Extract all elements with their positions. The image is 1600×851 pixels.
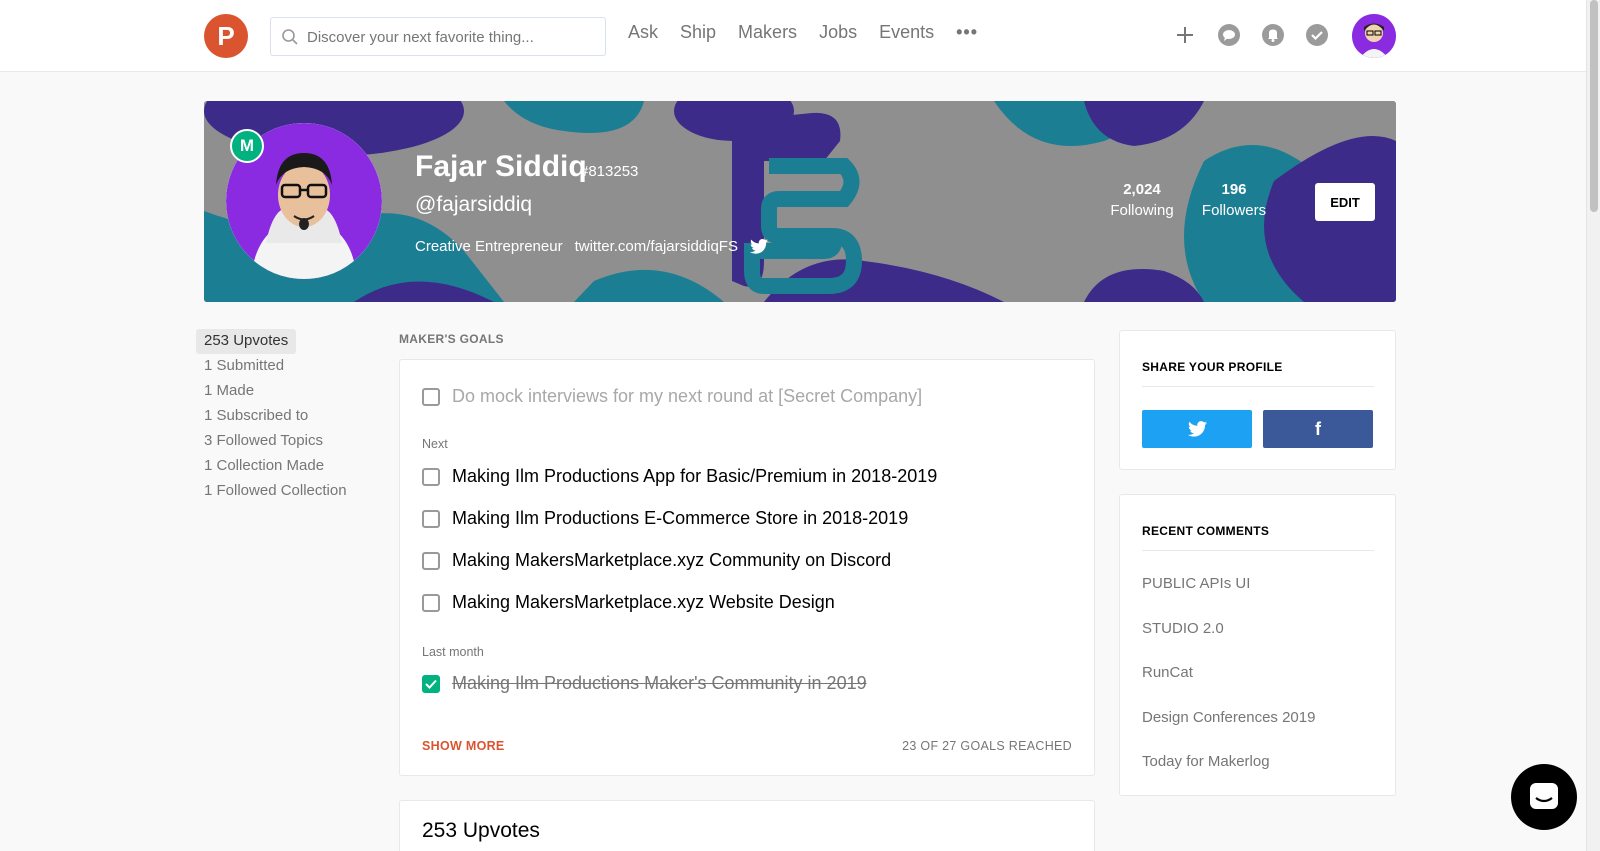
profile-name: Fajar Siddiq — [415, 150, 587, 183]
completed-goal: Making Ilm Productions Maker's Community… — [422, 673, 867, 694]
goal-item: Making MakersMarketplace.xyz Website Des… — [422, 592, 835, 613]
user-avatar-menu[interactable] — [1352, 14, 1396, 58]
goal-checkbox[interactable] — [422, 387, 440, 406]
upvotes-section: 253 Upvotes — [399, 800, 1095, 851]
twitter-icon[interactable] — [749, 239, 768, 254]
bell-icon[interactable] — [1260, 22, 1286, 48]
search-icon — [282, 29, 298, 45]
plus-icon[interactable] — [1172, 22, 1198, 48]
last-month-label: Last month — [422, 645, 484, 659]
nav-followed-collection[interactable]: 1 Followed Collection — [196, 479, 355, 504]
chat-icon — [1530, 783, 1558, 809]
next-label: Next — [422, 437, 448, 451]
edit-profile-button[interactable]: EDIT — [1315, 183, 1375, 221]
goal-text: Do mock interviews for my next round at … — [452, 386, 923, 406]
chat-launcher-button[interactable] — [1511, 764, 1577, 830]
main-nav: Ask Ship Makers Jobs Events ••• — [628, 22, 978, 43]
share-facebook-button[interactable]: f — [1263, 410, 1373, 448]
goal-text: Making Ilm Productions E-Commerce Store … — [452, 508, 909, 528]
goal-text: Making Ilm Productions App for Basic/Pre… — [452, 466, 938, 486]
profile-id: #813253 — [580, 163, 639, 180]
goal-checkbox-checked[interactable] — [422, 674, 440, 693]
recent-comment-item[interactable]: STUDIO 2.0 — [1142, 620, 1315, 665]
followers-count: 196 — [1221, 181, 1247, 198]
goal-text: Making MakersMarketplace.xyz Community o… — [452, 550, 892, 570]
goals-reached-count: 23 OF 27 GOALS REACHED — [902, 739, 1072, 753]
product-hunt-logo[interactable]: P — [204, 14, 248, 58]
goal-item: Making Ilm Productions App for Basic/Pre… — [422, 466, 937, 487]
share-profile-title: SHARE YOUR PROFILE — [1142, 360, 1283, 374]
recent-comment-item[interactable]: RunCat — [1142, 664, 1315, 709]
nav-ask[interactable]: Ask — [628, 22, 658, 43]
show-more-link[interactable]: SHOW MORE — [422, 739, 505, 753]
nav-followed-topics[interactable]: 3 Followed Topics — [196, 429, 355, 454]
divider — [1142, 386, 1374, 387]
profile-headline: Creative Entrepreneur — [415, 238, 563, 255]
goals-card: Do mock interviews for my next round at … — [399, 359, 1095, 776]
chat-icon[interactable] — [1216, 22, 1242, 48]
profile-bio: Creative Entrepreneur twitter.com/fajars… — [415, 238, 768, 255]
search-input[interactable] — [307, 26, 597, 48]
nav-more[interactable]: ••• — [956, 22, 978, 43]
goal-text: Making Ilm Productions Maker's Community… — [452, 673, 867, 693]
goal-item: Making MakersMarketplace.xyz Community o… — [422, 550, 891, 571]
recent-comments-card: RECENT COMMENTS PUBLIC APIs UI STUDIO 2.… — [1119, 494, 1396, 796]
scrollbar-thumb[interactable] — [1590, 0, 1598, 212]
share-twitter-button[interactable] — [1142, 410, 1252, 448]
goal-item: Making Ilm Productions E-Commerce Store … — [422, 508, 908, 529]
nav-upvotes[interactable]: 253 Upvotes — [196, 329, 297, 354]
twitter-icon — [1187, 421, 1207, 437]
header-actions — [1172, 22, 1330, 48]
facebook-icon: f — [1315, 418, 1321, 439]
maker-badge[interactable]: M — [230, 129, 264, 163]
recent-comment-item[interactable]: Today for Makerlog — [1142, 753, 1315, 798]
goal-checkbox[interactable] — [422, 593, 440, 612]
nav-made[interactable]: 1 Made — [196, 379, 355, 404]
following-stat[interactable]: 2,024 Following — [1097, 181, 1187, 219]
recent-comment-item[interactable]: Design Conferences 2019 — [1142, 709, 1315, 754]
checkmark-icon — [425, 679, 437, 689]
profile-handle: @fajarsiddiq — [415, 193, 533, 216]
nav-collection-made[interactable]: 1 Collection Made — [196, 454, 355, 479]
profile-sections-nav: 253 Upvotes 1 Submitted 1 Made 1 Subscri… — [196, 329, 355, 504]
top-navigation-bar: P Ask Ship Makers Jobs Events ••• — [0, 0, 1586, 72]
nav-ship[interactable]: Ship — [680, 22, 716, 43]
nav-submitted[interactable]: 1 Submitted — [196, 354, 355, 379]
recent-comments-title: RECENT COMMENTS — [1142, 524, 1270, 538]
page-scrollbar[interactable] — [1586, 0, 1600, 851]
nav-jobs[interactable]: Jobs — [819, 22, 857, 43]
makers-goals-title: MAKER'S GOALS — [399, 332, 504, 346]
recent-comment-item[interactable]: PUBLIC APIs UI — [1142, 575, 1315, 620]
profile-header-banner: M Fajar Siddiq #813253 @fajarsiddiq Crea… — [204, 101, 1396, 302]
recent-comments-list: PUBLIC APIs UI STUDIO 2.0 RunCat Design … — [1142, 575, 1315, 798]
twitter-link[interactable]: twitter.com/fajarsiddiqFS — [575, 238, 738, 255]
goal-checkbox[interactable] — [422, 467, 440, 486]
share-profile-card: SHARE YOUR PROFILE f — [1119, 330, 1396, 470]
followers-stat[interactable]: 196 Followers — [1194, 181, 1274, 219]
nav-subscribed[interactable]: 1 Subscribed to — [196, 404, 355, 429]
upvotes-heading: 253 Upvotes — [422, 819, 540, 842]
divider — [1142, 550, 1374, 551]
following-count: 2,024 — [1123, 181, 1161, 198]
current-goal: Do mock interviews for my next round at … — [422, 386, 922, 407]
goal-checkbox[interactable] — [422, 551, 440, 570]
following-label: Following — [1110, 202, 1174, 219]
search-box[interactable] — [270, 17, 606, 56]
goal-checkbox[interactable] — [422, 509, 440, 528]
followers-label: Followers — [1201, 202, 1267, 219]
nav-makers[interactable]: Makers — [738, 22, 797, 43]
check-circle-icon[interactable] — [1304, 22, 1330, 48]
goal-text: Making MakersMarketplace.xyz Website Des… — [452, 592, 835, 612]
nav-events[interactable]: Events — [879, 22, 934, 43]
